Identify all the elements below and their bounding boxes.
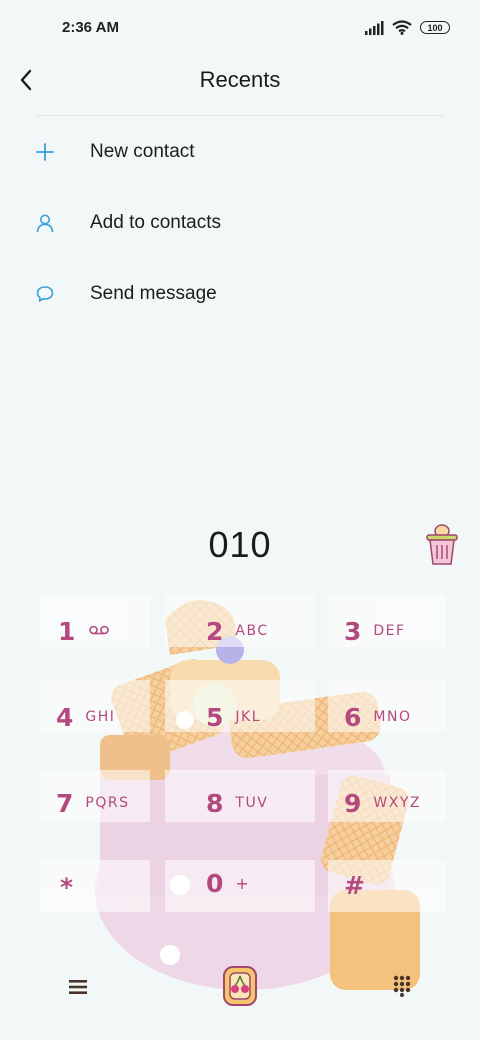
signal-icon xyxy=(365,20,384,35)
trash-can-icon xyxy=(426,524,458,565)
menu-button[interactable] xyxy=(62,972,94,1002)
key-3[interactable]: 3 DEF xyxy=(344,596,480,666)
new-contact-button[interactable]: New contact xyxy=(0,122,480,182)
battery-icon: 100 xyxy=(420,21,450,34)
hamburger-menu-icon xyxy=(69,980,87,994)
key-digit: 4 xyxy=(56,702,74,732)
key-digit: 3 xyxy=(344,616,362,646)
person-icon xyxy=(32,210,58,236)
key-digit: 7 xyxy=(56,788,74,818)
dialpad-toggle-button[interactable] xyxy=(386,970,418,1002)
status-icons: 100 xyxy=(364,20,450,35)
key-8[interactable]: 8 TUV xyxy=(206,768,346,838)
key-digit: 5 xyxy=(206,702,224,732)
plus-icon xyxy=(32,139,58,165)
key-7[interactable]: 7 PQRS xyxy=(56,768,196,838)
key-5[interactable]: 5 JKL xyxy=(206,682,346,752)
dialpad-icon xyxy=(393,975,411,997)
key-digit: # xyxy=(344,870,365,900)
key-letters: WXYZ xyxy=(373,795,421,811)
status-bar: 2:36 AM 100 xyxy=(0,0,480,56)
key-4[interactable]: 4 GHI xyxy=(56,682,196,752)
key-digit: 9 xyxy=(344,788,362,818)
key-star[interactable]: * xyxy=(60,852,200,922)
add-to-contacts-button[interactable]: Add to contacts xyxy=(0,193,480,253)
add-to-contacts-label: Add to contacts xyxy=(90,212,221,233)
wifi-icon xyxy=(392,20,412,35)
key-letters: MNO xyxy=(373,709,412,725)
page-title: Recents xyxy=(199,67,281,92)
key-digit: 1 xyxy=(58,616,76,646)
key-letters: ABC xyxy=(235,623,269,639)
key-digit: 0 xyxy=(206,868,224,898)
header: Recents xyxy=(0,56,480,108)
key-letters: GHI xyxy=(85,709,116,725)
message-bubble-icon xyxy=(32,281,58,307)
cherry-call-icon xyxy=(223,966,257,1006)
key-9[interactable]: 9 WXYZ xyxy=(344,768,480,838)
voicemail-icon xyxy=(89,623,110,639)
key-1[interactable]: 1 xyxy=(58,596,198,666)
key-letters: JKL xyxy=(235,709,262,725)
delete-button[interactable] xyxy=(422,522,462,568)
key-digit: 8 xyxy=(206,788,224,818)
key-digit: 2 xyxy=(206,616,224,646)
call-button[interactable] xyxy=(220,962,260,1010)
header-divider xyxy=(36,115,444,116)
key-2[interactable]: 2 ABC xyxy=(206,596,346,666)
new-contact-label: New contact xyxy=(90,141,195,162)
key-6[interactable]: 6 MNO xyxy=(344,682,480,752)
send-message-label: Send message xyxy=(90,283,217,304)
key-letters: DEF xyxy=(373,623,406,639)
key-digit: * xyxy=(60,872,74,902)
battery-level: 100 xyxy=(427,22,443,33)
key-hash[interactable]: # xyxy=(344,850,480,920)
key-letters: + xyxy=(235,873,251,893)
dialed-number: 010 xyxy=(208,524,272,565)
status-time: 2:36 AM xyxy=(62,19,119,36)
send-message-button[interactable]: Send message xyxy=(0,264,480,324)
key-letters: TUV xyxy=(235,795,269,811)
key-letters: PQRS xyxy=(85,795,130,811)
key-digit: 6 xyxy=(344,702,362,732)
key-0[interactable]: 0 + xyxy=(206,848,346,918)
